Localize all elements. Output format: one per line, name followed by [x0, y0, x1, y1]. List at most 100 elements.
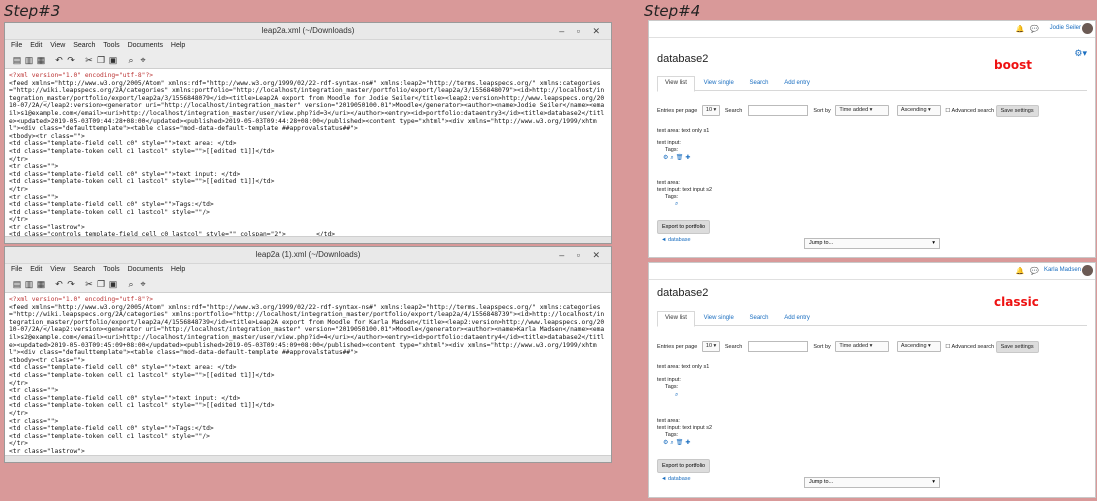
save-settings-button[interactable]: Save settings	[995, 105, 1039, 117]
menu-help[interactable]: Help	[171, 266, 185, 273]
copy-icon[interactable]: ❐	[95, 279, 107, 290]
order-select[interactable]: Ascending ▾	[896, 341, 941, 353]
replace-icon[interactable]: ⌖	[137, 279, 149, 290]
window-controls[interactable]: – ▫ ✕	[559, 247, 605, 263]
code-line: <tr class="">	[9, 387, 59, 395]
jump-to-select[interactable]: Jump to... ▾	[804, 477, 940, 488]
tab-view-list[interactable]: View list	[657, 76, 695, 92]
editor-menubar: File Edit View Search Tools Documents He…	[5, 40, 611, 52]
undo-icon[interactable]: ↶	[53, 55, 65, 66]
notification-icons[interactable]: 🔔 💬	[1016, 25, 1041, 33]
sort-by-select[interactable]: Time added ▾	[835, 341, 890, 353]
menu-file[interactable]: File	[11, 42, 22, 49]
code-line: <td class="template-field cell c0" style…	[9, 170, 241, 178]
menu-view[interactable]: View	[50, 266, 65, 273]
open-icon[interactable]: ▥	[23, 55, 35, 66]
back-link[interactable]: ◄ database	[661, 476, 691, 482]
menu-search[interactable]: Search	[73, 266, 95, 273]
tab-search[interactable]: Search	[743, 312, 776, 326]
menu-edit[interactable]: Edit	[30, 42, 42, 49]
redo-icon[interactable]: ↷	[65, 279, 77, 290]
menu-view[interactable]: View	[50, 42, 65, 49]
cut-icon[interactable]: ✂	[83, 55, 95, 66]
tab-view-single[interactable]: View single	[697, 312, 741, 326]
open-icon[interactable]: ▥	[23, 279, 35, 290]
tab-add-entry[interactable]: Add entry	[777, 312, 817, 326]
jump-to-value: Jump to...	[809, 240, 834, 246]
editor-toolbar: ▤ ▥ ▦ ↶ ↷ ✂ ❐ ▣ ⌕ ⌖	[5, 276, 611, 293]
code-line: </tr>	[9, 216, 28, 224]
entries-per-page-select[interactable]: 10 ▾	[701, 105, 721, 117]
entry1-tags-label: Tags:	[665, 384, 679, 390]
editor-menubar: File Edit View Search Tools Documents He…	[5, 264, 611, 276]
new-icon[interactable]: ▤	[11, 279, 23, 290]
code-line: </tr>	[9, 185, 28, 193]
move-icon[interactable]: ✚	[685, 155, 692, 161]
editor-text-area[interactable]: <?xml version="1.0" encoding="utf-8"?> <f…	[5, 293, 611, 462]
avatar[interactable]	[1082, 23, 1093, 34]
gear-icon[interactable]: ⚙▾	[1074, 48, 1087, 59]
order-select[interactable]: Ascending ▾	[896, 105, 941, 117]
horizontal-scrollbar[interactable]	[5, 455, 611, 462]
paste-icon[interactable]: ▣	[107, 279, 119, 290]
theme-annotation: boost	[994, 58, 1032, 72]
undo-icon[interactable]: ↶	[53, 279, 65, 290]
entries-per-page-value: 10	[705, 107, 713, 114]
save-icon[interactable]: ▦	[35, 55, 47, 66]
delete-icon[interactable]: 🗑	[676, 155, 686, 161]
entry2-actions: ⚙⌕🗑✚	[663, 439, 692, 447]
tab-search[interactable]: Search	[743, 77, 776, 91]
page-title: database2	[657, 287, 709, 299]
search-icon[interactable]: ⌕	[675, 201, 680, 207]
find-icon[interactable]: ⌕	[125, 55, 137, 66]
jump-to-select[interactable]: Jump to... ▾	[804, 238, 940, 249]
redo-icon[interactable]: ↷	[65, 55, 77, 66]
replace-icon[interactable]: ⌖	[137, 55, 149, 66]
find-icon[interactable]: ⌕	[125, 279, 137, 290]
search-input[interactable]	[747, 341, 808, 353]
entry1-textarea-line: text area: text only s1	[657, 128, 710, 134]
user-name[interactable]: Karla Madsen	[1044, 267, 1081, 273]
entries-per-page-value: 10	[705, 343, 713, 350]
code-line: <tbody><tr class="">	[9, 356, 85, 364]
chevron-down-icon: ▾	[932, 240, 935, 246]
tab-view-single[interactable]: View single	[697, 77, 741, 91]
menu-documents[interactable]: Documents	[128, 266, 163, 273]
new-icon[interactable]: ▤	[11, 55, 23, 66]
delete-icon[interactable]: 🗑	[676, 440, 686, 446]
menu-tools[interactable]: Tools	[103, 42, 119, 49]
entry1-actions: ⚙⌕🗑✚	[663, 154, 692, 162]
copy-icon[interactable]: ❐	[95, 55, 107, 66]
back-link[interactable]: ◄ database	[661, 237, 691, 243]
user-name[interactable]: Jodie Seiler	[1050, 25, 1081, 31]
window-controls[interactable]: – ▫ ✕	[559, 23, 605, 39]
notification-icons[interactable]: 🔔 💬	[1016, 267, 1041, 275]
sort-by-select[interactable]: Time added ▾	[835, 105, 890, 117]
avatar[interactable]	[1082, 265, 1093, 276]
menu-edit[interactable]: Edit	[30, 266, 42, 273]
advanced-search-checkbox[interactable]: ☐	[945, 344, 950, 350]
menu-tools[interactable]: Tools	[103, 266, 119, 273]
tab-view-list[interactable]: View list	[657, 311, 695, 327]
editor-toolbar: ▤ ▥ ▦ ↶ ↷ ✂ ❐ ▣ ⌕ ⌖	[5, 52, 611, 69]
search-input[interactable]	[747, 105, 808, 117]
editor-text-area[interactable]: <?xml version="1.0" encoding="utf-8"?> <f…	[5, 69, 611, 243]
move-icon[interactable]: ✚	[685, 440, 692, 446]
save-icon[interactable]: ▦	[35, 279, 47, 290]
advanced-search-checkbox[interactable]: ☐	[945, 108, 950, 114]
export-to-portfolio-button[interactable]: Export to portfolio	[657, 220, 711, 234]
search-icon[interactable]: ⌕	[675, 392, 680, 398]
tab-add-entry[interactable]: Add entry	[777, 77, 817, 91]
entries-per-page-select[interactable]: 10 ▾	[701, 341, 721, 353]
save-settings-button[interactable]: Save settings	[995, 341, 1039, 353]
advanced-search-label: Advanced search	[951, 108, 995, 114]
cut-icon[interactable]: ✂	[83, 279, 95, 290]
code-line: <td class="template-token cell c1 lastco…	[9, 147, 275, 155]
menu-help[interactable]: Help	[171, 42, 185, 49]
menu-search[interactable]: Search	[73, 42, 95, 49]
horizontal-scrollbar[interactable]	[5, 236, 611, 243]
menu-documents[interactable]: Documents	[128, 42, 163, 49]
paste-icon[interactable]: ▣	[107, 55, 119, 66]
menu-file[interactable]: File	[11, 266, 22, 273]
export-to-portfolio-button[interactable]: Export to portfolio	[657, 459, 711, 473]
